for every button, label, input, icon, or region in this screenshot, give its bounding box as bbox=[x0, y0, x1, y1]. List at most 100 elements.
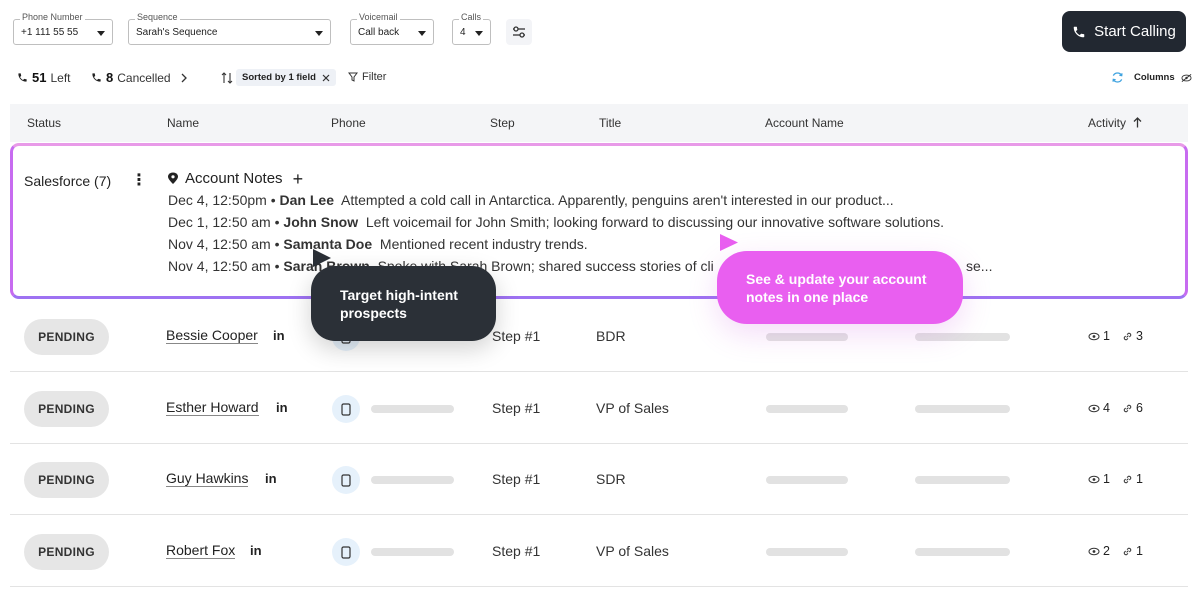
views-count: 2 bbox=[1103, 544, 1110, 558]
note-item: Dec 4, 12:50pm • Dan Lee Attempted a col… bbox=[168, 192, 894, 208]
note-text: Mentioned recent industry trends. bbox=[379, 236, 588, 252]
chevron-down-icon bbox=[418, 31, 426, 36]
sliders-icon bbox=[513, 26, 525, 38]
contact-name-link[interactable]: Guy Hawkins bbox=[166, 471, 249, 487]
sequence-select[interactable]: Sequence Sarah's Sequence bbox=[128, 12, 331, 45]
eye-icon bbox=[1088, 332, 1100, 340]
calls-label: Calls bbox=[459, 12, 484, 22]
table-row[interactable]: PENDING Guy Hawkins in Step #1 SDR 1 1 bbox=[10, 444, 1188, 515]
views-count: 1 bbox=[1103, 472, 1110, 486]
column-header-phone[interactable]: Phone bbox=[331, 116, 366, 130]
column-header-activity-label: Activity bbox=[1088, 116, 1127, 130]
columns-button[interactable]: Columns bbox=[1111, 71, 1192, 84]
refresh-icon[interactable] bbox=[1111, 71, 1124, 84]
eye-icon bbox=[1088, 475, 1100, 483]
status-badge: PENDING bbox=[24, 534, 109, 570]
mobile-phone-icon bbox=[341, 545, 351, 559]
chevron-right-icon bbox=[181, 73, 187, 82]
linkedin-icon[interactable]: in bbox=[273, 328, 285, 343]
filter-icon bbox=[348, 72, 358, 82]
eye-icon bbox=[1088, 547, 1100, 555]
add-note-icon[interactable]: + bbox=[293, 170, 304, 188]
link-icon bbox=[1123, 475, 1132, 483]
step-cell: Step #1 bbox=[492, 328, 541, 344]
activity-cell: 1 3 bbox=[1088, 329, 1143, 343]
account-detail-placeholder bbox=[915, 333, 1010, 341]
table-row[interactable]: PENDING Bessie Cooper in Step #1 BDR 1 3 bbox=[10, 301, 1188, 372]
eye-off-icon bbox=[1181, 73, 1192, 82]
link-icon bbox=[1123, 404, 1132, 412]
step-cell: Step #1 bbox=[492, 471, 541, 487]
linkedin-icon[interactable]: in bbox=[265, 471, 277, 486]
note-text-tail: se... bbox=[966, 258, 993, 274]
calls-select[interactable]: Calls 4 bbox=[452, 12, 491, 45]
column-header-title[interactable]: Title bbox=[599, 116, 621, 130]
step-cell: Step #1 bbox=[492, 400, 541, 416]
column-header-name[interactable]: Name bbox=[167, 116, 199, 130]
links-count: 6 bbox=[1135, 401, 1143, 415]
account-notes-title: Account Notes bbox=[185, 170, 283, 187]
account-detail-placeholder bbox=[915, 405, 1010, 413]
phone-icon-button[interactable] bbox=[332, 538, 360, 566]
title-cell: VP of Sales bbox=[596, 400, 669, 416]
phone-placeholder bbox=[371, 548, 454, 556]
account-notes-header: Account Notes + bbox=[167, 170, 304, 188]
account-detail-placeholder bbox=[915, 476, 1010, 484]
account-group-label: Salesforce (7) bbox=[24, 173, 112, 189]
note-author[interactable]: John Snow bbox=[283, 214, 358, 230]
filter-label: Filter bbox=[362, 71, 387, 83]
phone-icon-button[interactable] bbox=[332, 466, 360, 494]
mobile-phone-icon bbox=[341, 402, 351, 416]
note-date: Nov 4, 12:50 am bbox=[168, 236, 271, 252]
left-counter: 51 Left bbox=[17, 70, 70, 85]
tooltip-account-notes: See & update your account notes in one p… bbox=[717, 251, 963, 324]
linkedin-icon[interactable]: in bbox=[276, 400, 288, 415]
cancelled-counter[interactable]: 8 Cancelled bbox=[91, 70, 189, 85]
column-header-step[interactable]: Step bbox=[490, 116, 515, 130]
sort-icon[interactable] bbox=[221, 72, 233, 84]
voicemail-select[interactable]: Voicemail Call back bbox=[350, 12, 434, 45]
chevron-down-icon bbox=[315, 31, 323, 36]
note-date: Dec 1, 12:50 am bbox=[168, 214, 271, 230]
settings-button[interactable] bbox=[506, 19, 532, 45]
column-header-activity[interactable]: Activity bbox=[1088, 116, 1142, 130]
account-name-placeholder bbox=[766, 405, 848, 413]
table-row[interactable]: PENDING Robert Fox in Step #1 VP of Sale… bbox=[10, 516, 1188, 587]
start-calling-label: Start Calling bbox=[1094, 23, 1176, 40]
column-header-account-name[interactable]: Account Name bbox=[765, 116, 844, 130]
close-icon[interactable] bbox=[322, 74, 330, 82]
phone-number-select[interactable]: Phone Number +1 111 55 55 bbox=[13, 12, 113, 45]
column-header-status[interactable]: Status bbox=[27, 116, 61, 130]
calls-value: 4 bbox=[460, 27, 466, 38]
status-badge: PENDING bbox=[24, 319, 109, 355]
phone-placeholder bbox=[371, 405, 454, 413]
contact-name-link[interactable]: Robert Fox bbox=[166, 543, 236, 559]
status-badge: PENDING bbox=[24, 391, 109, 427]
note-author[interactable]: Dan Lee bbox=[280, 192, 334, 208]
contact-name-link[interactable]: Esther Howard bbox=[166, 400, 259, 416]
activity-cell: 4 6 bbox=[1088, 401, 1143, 415]
title-cell: VP of Sales bbox=[596, 543, 669, 559]
sorted-chip[interactable]: Sorted by 1 field bbox=[236, 69, 336, 86]
start-calling-button[interactable]: Start Calling bbox=[1062, 11, 1186, 52]
sequence-value: Sarah's Sequence bbox=[136, 27, 218, 38]
note-item: Dec 1, 12:50 am • John Snow Left voicema… bbox=[168, 214, 945, 230]
account-name-placeholder bbox=[766, 333, 848, 341]
more-options-icon[interactable]: ⋮ bbox=[131, 170, 147, 190]
account-detail-placeholder bbox=[915, 548, 1010, 556]
note-item: Nov 4, 12:50 am • Samanta Doe Mentioned … bbox=[168, 236, 588, 252]
note-text: Attempted a cold call in Antarctica. App… bbox=[341, 192, 894, 208]
account-name-placeholder bbox=[766, 476, 848, 484]
phone-icon-button[interactable] bbox=[332, 395, 360, 423]
tooltip-target-prospects: Target high-intent prospects bbox=[311, 266, 496, 341]
title-cell: SDR bbox=[596, 471, 626, 487]
filter-button[interactable]: Filter bbox=[348, 71, 386, 83]
link-icon bbox=[1123, 547, 1132, 555]
phone-placeholder bbox=[371, 476, 454, 484]
links-count: 1 bbox=[1135, 544, 1143, 558]
table-row[interactable]: PENDING Esther Howard in Step #1 VP of S… bbox=[10, 373, 1188, 444]
cancelled-count: 8 bbox=[106, 70, 114, 85]
contact-name-link[interactable]: Bessie Cooper bbox=[166, 328, 258, 344]
mobile-phone-icon bbox=[341, 473, 351, 487]
linkedin-icon[interactable]: in bbox=[250, 543, 262, 558]
